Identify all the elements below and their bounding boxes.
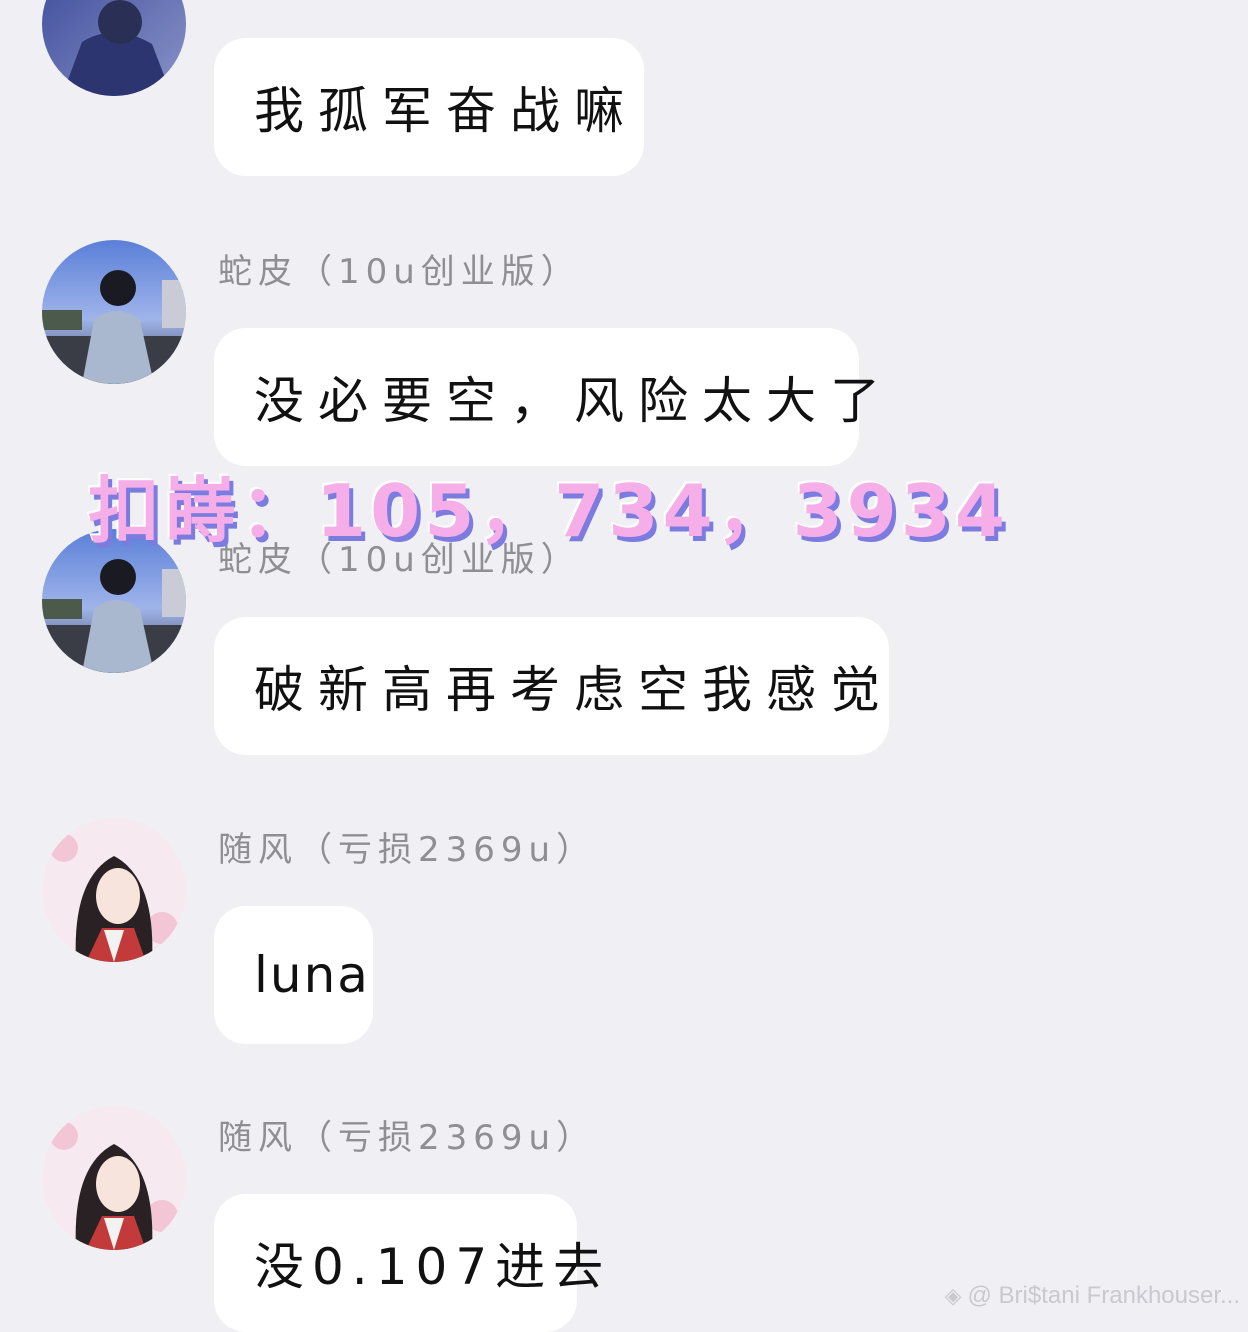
avatar-man-jacket[interactable] [42, 240, 186, 384]
sender-name: 蛇皮（10u创业版） [218, 252, 581, 292]
message-bubble[interactable]: 没必要空，风险太大了 [214, 328, 880, 466]
man-blue-avatar-icon [42, 0, 186, 96]
anime-girl-avatar-icon [42, 818, 186, 962]
message-bubble[interactable]: 没0.107进去 [214, 1194, 603, 1332]
sender-name: 随风（亏损2369u） [218, 1118, 597, 1158]
message-bubble[interactable]: luna [214, 906, 373, 1044]
avatar-anime-girl[interactable] [42, 818, 186, 962]
message-bubble[interactable]: 我孤军奋战嘛 [214, 38, 644, 176]
avatar-man-blue[interactable] [42, 0, 186, 96]
message-bubble[interactable]: 破新高再考虑空我感觉 [214, 617, 889, 755]
promo-overlay-text: 扣嵵：105，734，3934 [88, 469, 1009, 553]
weibo-diamond-icon: ◈ [944, 1283, 962, 1308]
man-jacket-avatar-icon [42, 240, 186, 384]
chat-list: 我孤军奋战嘛 蛇皮（10u创业版） 没必要空，风险太大了 蛇皮（10u创业版） … [0, 0, 1248, 1332]
anime-girl-avatar-icon [42, 1106, 186, 1250]
sender-name: 随风（亏损2369u） [218, 830, 597, 870]
avatar-anime-girl[interactable] [42, 1106, 186, 1250]
credit-text: @ Bri$tani Frankhouser... [967, 1282, 1240, 1309]
source-credit: ◈ @ Bri$tani Frankhouser... [945, 1282, 1240, 1310]
